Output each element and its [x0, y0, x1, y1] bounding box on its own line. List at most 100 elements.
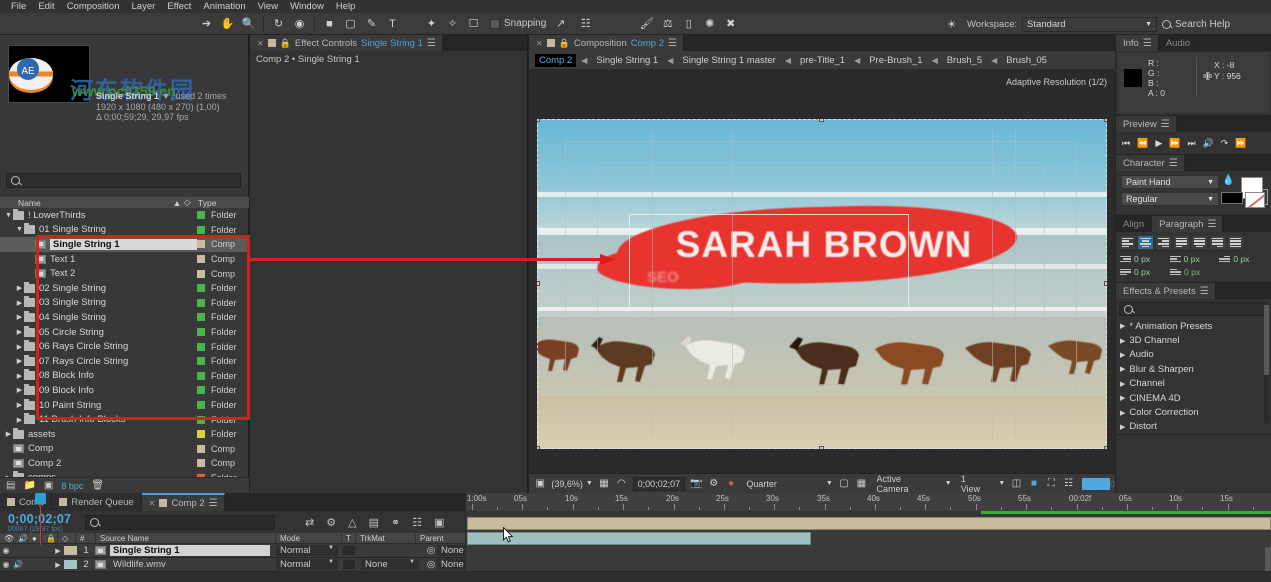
disclosure-triangle-icon[interactable]: ▶ [15, 357, 24, 365]
project-item-row[interactable]: ▶06 Rays Circle StringFolder [0, 339, 249, 354]
channels-icon[interactable]: ● [725, 477, 737, 490]
tab-paragraph[interactable]: Paragraph ☰ [1152, 216, 1223, 232]
graph-editor-icon[interactable]: ☷ [412, 516, 422, 529]
disclosure-triangle-icon[interactable]: ▶ [15, 299, 24, 307]
project-item-row[interactable]: ▶Comp 2Comp [0, 456, 249, 471]
sort-ascending-icon[interactable]: ▲ [170, 198, 184, 208]
align-center-icon[interactable] [1138, 236, 1153, 249]
panel-menu-icon[interactable]: ☰ [427, 38, 435, 49]
layer-t-toggle[interactable] [343, 560, 355, 569]
label-color-swatch[interactable] [197, 240, 205, 248]
selection-handle-bc[interactable] [819, 446, 824, 449]
layer-clip-single-string-1[interactable] [467, 517, 1271, 530]
project-item-row[interactable]: ▶03 Single StringFolder [0, 296, 249, 311]
project-item-row[interactable]: ▶10 Paint StringFolder [0, 398, 249, 413]
disclosure-triangle-icon[interactable]: ▶ [1120, 322, 1125, 330]
selection-marquee[interactable] [537, 119, 1107, 449]
camera-tool-icon[interactable]: ◉ [289, 14, 310, 34]
indent-left-field[interactable]: 0 px [1120, 254, 1168, 264]
live-update-icon[interactable]: ⇄ [305, 516, 314, 529]
selection-handle-tr[interactable] [1104, 119, 1107, 122]
panel-menu-icon[interactable]: ☰ [1143, 38, 1151, 49]
effects-category-row[interactable]: ▶CINEMA 4D [1116, 391, 1271, 405]
disclosure-triangle-icon[interactable]: ▶ [15, 401, 24, 409]
adobe-cc-icon[interactable]: ☀ [941, 14, 962, 34]
effects-category-row[interactable]: ▶3D Channel [1116, 333, 1271, 347]
label-color-swatch[interactable] [197, 255, 205, 263]
disclosure-triangle-icon[interactable]: ▶ [1120, 337, 1125, 345]
effects-category-row[interactable]: ▶Audio [1116, 348, 1271, 362]
menu-item-composition[interactable]: Composition [61, 0, 126, 13]
project-item-row[interactable]: ▼! LowerThirdsFolder [0, 208, 249, 223]
timeline-track-area[interactable] [465, 511, 1271, 571]
label-color-swatch[interactable] [197, 313, 205, 321]
play-icon[interactable]: ▶ [1155, 138, 1162, 149]
timeline-tab[interactable]: ✕Comp 2☰ [142, 493, 225, 511]
layer-audio-toggle[interactable]: 🔊 [12, 560, 24, 569]
project-col-type[interactable]: Type [198, 198, 238, 208]
label-color-swatch[interactable] [197, 401, 205, 409]
selection-handle-br[interactable] [1104, 446, 1107, 449]
new-comp-icon[interactable]: ▣ [44, 480, 53, 491]
close-icon[interactable]: ✕ [149, 499, 156, 508]
snapping-group[interactable]: Snapping ↗ ☷ [490, 14, 596, 34]
project-item-row[interactable]: ▶05 Circle StringFolder [0, 325, 249, 340]
menu-item-help[interactable]: Help [330, 0, 362, 13]
align-left-icon[interactable] [1120, 236, 1135, 249]
menu-item-file[interactable]: File [5, 0, 32, 13]
tab-composition[interactable]: ✕ 🔒 Composition Comp 2 ☰ [529, 35, 684, 51]
menu-item-window[interactable]: Window [284, 0, 330, 13]
zoom-tool-icon[interactable]: 🔍 [238, 14, 259, 34]
delete-icon[interactable]: 🗑 [91, 480, 104, 491]
tab-audio[interactable]: Audio [1159, 35, 1198, 51]
font-style-dropdown[interactable]: Regular ▼ [1121, 192, 1219, 206]
layer-label-color[interactable] [64, 560, 77, 569]
project-item-row[interactable]: ▶07 Rays Circle StringFolder [0, 354, 249, 369]
timeline-ruler[interactable]: 1:00s05s10s15s20s25s30s35s40s45s50s55s00… [465, 493, 1271, 511]
indent-first-field[interactable]: 0 px [1219, 254, 1267, 264]
tab-preview[interactable]: Preview ☰ [1116, 116, 1177, 132]
effects-category-list[interactable]: ▶* Animation Presets▶3D Channel▶Audio▶Bl… [1116, 319, 1271, 434]
effects-category-row[interactable]: ▶Blur & Sharpen [1116, 362, 1271, 376]
justify-last-left-icon[interactable] [1174, 236, 1189, 249]
disclosure-triangle-icon[interactable]: ▼ [15, 226, 24, 233]
project-col-name[interactable]: Name [0, 198, 170, 208]
search-help-box[interactable]: Search Help [1162, 19, 1267, 30]
label-color-swatch[interactable] [197, 226, 205, 234]
menu-item-layer[interactable]: Layer [126, 0, 162, 13]
zoom-level-dropdown[interactable]: (39,6%) ▼ [551, 479, 592, 489]
audio-toggle-icon[interactable]: 🔊 [1203, 138, 1214, 149]
brainstorm-icon[interactable]: ▣ [434, 516, 444, 529]
label-color-swatch[interactable] [197, 357, 205, 365]
transparency-grid-icon[interactable]: ▦ [855, 477, 867, 490]
panel-menu-icon[interactable]: ☰ [209, 498, 217, 509]
pan-behind-tool-icon[interactable]: ■ [319, 14, 340, 34]
label-color-swatch[interactable] [197, 459, 205, 467]
timeline-playhead[interactable] [40, 493, 41, 545]
composition-viewer[interactable]: SARAH BROWN SEO [533, 95, 1111, 473]
puppet-starch-icon[interactable]: ✧ [442, 14, 463, 34]
playhead-handle[interactable] [35, 493, 46, 504]
disclosure-triangle-icon[interactable]: ▶ [4, 430, 13, 438]
project-item-list[interactable]: ▼! LowerThirdsFolder▼01 Single StringFol… [0, 208, 249, 511]
panel-menu-icon[interactable]: ☰ [1161, 119, 1169, 130]
timeline-search-input[interactable] [85, 515, 275, 530]
align-right-icon[interactable] [1156, 236, 1171, 249]
project-item-row[interactable]: ▶CompComp [0, 442, 249, 457]
disclosure-triangle-icon[interactable]: ▶ [26, 255, 35, 263]
space-after-field[interactable]: 0 px [1170, 267, 1218, 277]
panel-menu-icon[interactable]: ☰ [1169, 158, 1177, 169]
view-layout-dropdown[interactable]: 1 View ▼ [961, 474, 1006, 494]
label-color-swatch[interactable] [197, 211, 205, 219]
disclosure-triangle-icon[interactable]: ▶ [15, 313, 24, 321]
label-color-swatch[interactable] [197, 299, 205, 307]
draft-3d-icon[interactable]: ⚙ [326, 516, 336, 529]
disclosure-triangle-icon[interactable]: ▶ [1120, 365, 1125, 373]
space-before-field[interactable]: 0 px [1120, 267, 1168, 277]
interpret-footage-icon[interactable]: ▤ [6, 480, 15, 491]
selection-tool-icon[interactable]: ➔ [196, 14, 217, 34]
pen-tool-icon[interactable]: ✎ [361, 14, 382, 34]
disclosure-triangle-icon[interactable]: ▶ [1120, 394, 1125, 402]
work-area-bar[interactable] [466, 511, 1271, 516]
camera-dropdown[interactable]: Active Camera ▼ [877, 474, 952, 494]
